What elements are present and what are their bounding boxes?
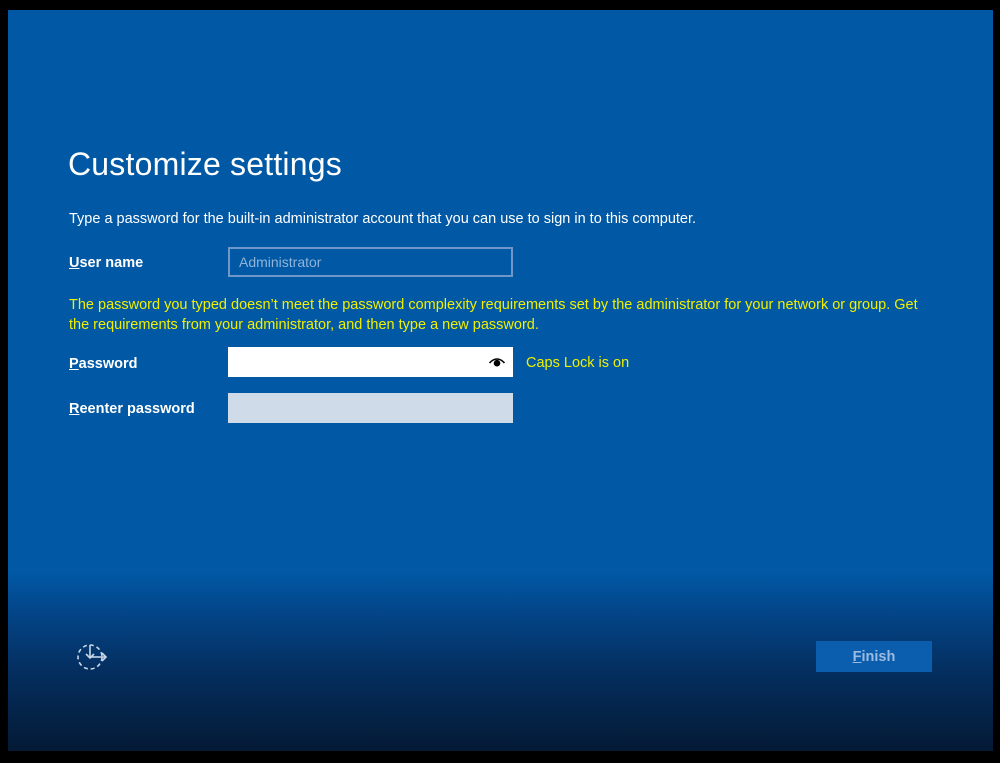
page-description: Type a password for the built-in adminis…: [69, 211, 697, 227]
username-label-text: ser name: [79, 255, 144, 271]
username-field[interactable]: [228, 247, 513, 277]
username-label: User name: [69, 255, 143, 271]
reenter-label-access-key: R: [69, 401, 80, 417]
reenter-password-label: Reenter password: [69, 401, 195, 417]
finish-access-key: F: [852, 648, 862, 665]
username-label-access-key: U: [69, 255, 80, 271]
password-field[interactable]: [228, 347, 513, 377]
setup-screen: Customize settings Type a password for t…: [8, 10, 993, 751]
eye-icon[interactable]: [489, 357, 505, 367]
password-label: Password: [69, 356, 138, 372]
caps-lock-warning: Caps Lock is on: [526, 355, 630, 371]
password-label-text: assword: [78, 356, 138, 372]
password-complexity-error: The password you typed doesn’t meet the …: [69, 297, 918, 333]
finish-button[interactable]: Finish: [816, 641, 932, 672]
reenter-password-field[interactable]: [228, 393, 513, 423]
password-label-access-key: P: [69, 356, 79, 372]
page-title: Customize settings: [68, 146, 342, 182]
reenter-label-text: eenter password: [79, 401, 195, 417]
ease-of-access-icon[interactable]: [75, 641, 109, 673]
finish-label: inish: [861, 648, 896, 665]
